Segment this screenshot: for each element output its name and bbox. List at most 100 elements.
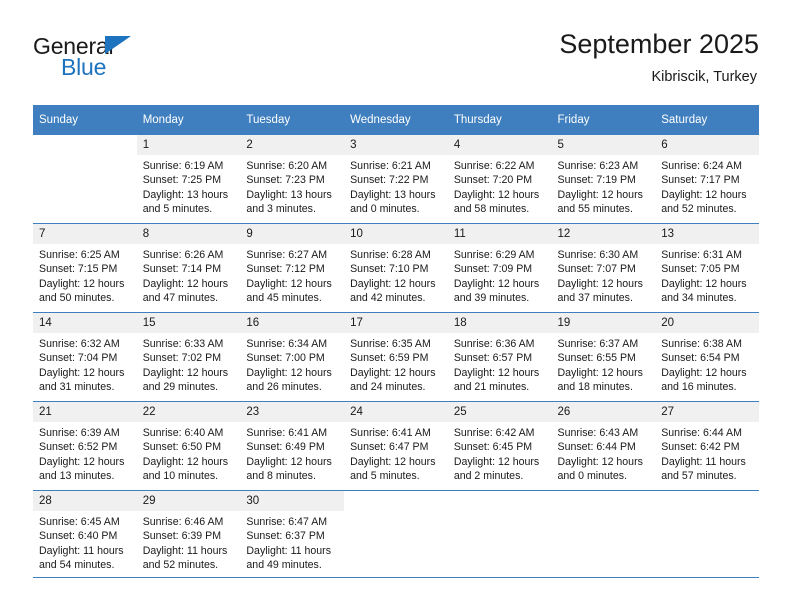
- day-cell-inner: 23 Sunrise: 6:41 AM Sunset: 6:49 PM Dayligh…: [240, 402, 345, 490]
- sunrise-text: Sunrise: 6:46 AM: [142, 516, 224, 528]
- day-cell-inner: 11 Sunrise: 6:29 AM Sunset: 7:09 PM Dayligh…: [447, 224, 552, 312]
- daylight-text-line2: and 29 minutes.: [142, 381, 219, 394]
- calendar-day-cell[interactable]: 22 Sunrise: 6:40 AM Sunset: 6:50 PM Dayligh…: [136, 401, 241, 491]
- calendar-day-cell[interactable]: 14 Sunrise: 6:32 AM Sunset: 7:04 PM Dayligh…: [33, 312, 137, 402]
- day-cell-inner: 2 Sunrise: 6:20 AM Sunset: 7:23 PM Daylight…: [240, 135, 345, 223]
- sunrise-text: Sunrise: 6:36 AM: [453, 338, 535, 350]
- calendar-day-cell[interactable]: 29 Sunrise: 6:46 AM Sunset: 6:39 PM Dayligh…: [136, 490, 241, 578]
- day-cell-inner: 9 Sunrise: 6:27 AM Sunset: 7:12 PM Daylight…: [240, 224, 345, 312]
- day-cell-inner: 5 Sunrise: 6:23 AM Sunset: 7:19 PM Daylight…: [551, 135, 656, 223]
- day-details: Sunrise: 6:20 AM Sunset: 7:23 PM Daylight:…: [240, 155, 344, 217]
- sunset-text: Sunset: 6:44 PM: [557, 441, 636, 454]
- calendar-day-cell[interactable]: 15 Sunrise: 6:33 AM Sunset: 7:02 PM Dayligh…: [136, 312, 241, 402]
- weekday-header-friday: Friday: [551, 105, 656, 135]
- day-number: 11: [447, 224, 552, 244]
- calendar-day-cell[interactable]: 2 Sunrise: 6:20 AM Sunset: 7:23 PM Daylight…: [240, 134, 345, 224]
- day-number: 12: [551, 224, 656, 244]
- day-number: [551, 491, 656, 511]
- calendar-day-cell[interactable]: 16 Sunrise: 6:34 AM Sunset: 7:00 PM Dayligh…: [240, 312, 345, 402]
- day-details: Sunrise: 6:37 AM Sunset: 6:55 PM Daylight:…: [552, 333, 656, 395]
- sunrise-text: Sunrise: 6:25 AM: [39, 249, 120, 261]
- day-details: Sunrise: 6:39 AM Sunset: 6:52 PM Daylight:…: [33, 422, 137, 484]
- daylight-text-line2: and 5 minutes.: [350, 470, 420, 483]
- day-cell-inner: 12 Sunrise: 6:30 AM Sunset: 7:07 PM Dayligh…: [551, 224, 656, 312]
- daylight-text-line1: Daylight: 12 hours: [246, 455, 332, 468]
- day-cell-inner: 3 Sunrise: 6:21 AM Sunset: 7:22 PM Daylight…: [344, 135, 448, 223]
- logo-text-blue: Blue: [61, 54, 107, 80]
- day-number: 6: [655, 135, 759, 155]
- daylight-text-line1: Daylight: 12 hours: [142, 277, 229, 290]
- daylight-text-line1: Daylight: 12 hours: [350, 277, 436, 290]
- day-details: Sunrise: 6:24 AM Sunset: 7:17 PM Daylight:…: [655, 155, 759, 217]
- calendar-day-cell[interactable]: 10 Sunrise: 6:28 AM Sunset: 7:10 PM Dayligh…: [344, 223, 448, 313]
- calendar-day-cell[interactable]: 25 Sunrise: 6:42 AM Sunset: 6:45 PM Dayligh…: [447, 401, 552, 491]
- calendar-day-cell[interactable]: 5 Sunrise: 6:23 AM Sunset: 7:19 PM Daylight…: [551, 134, 656, 224]
- daylight-text-line2: and 54 minutes.: [39, 559, 115, 572]
- sunrise-text: Sunrise: 6:45 AM: [39, 516, 120, 528]
- daylight-text-line2: and 21 minutes.: [453, 381, 530, 394]
- day-details: Sunrise: 6:23 AM Sunset: 7:19 PM Daylight:…: [552, 155, 656, 217]
- calendar-day-cell[interactable]: 13 Sunrise: 6:31 AM Sunset: 7:05 PM Dayligh…: [655, 223, 759, 313]
- day-number: 22: [136, 402, 241, 422]
- calendar-day-cell[interactable]: 24 Sunrise: 6:41 AM Sunset: 6:47 PM Dayligh…: [344, 401, 448, 491]
- calendar-day-cell[interactable]: 23 Sunrise: 6:41 AM Sunset: 6:49 PM Dayligh…: [240, 401, 345, 491]
- day-number: 5: [551, 135, 656, 155]
- calendar-day-cell[interactable]: 28 Sunrise: 6:45 AM Sunset: 6:40 PM Dayligh…: [33, 490, 137, 578]
- calendar-page: General Blue September 2025 Kibriscik, T…: [0, 0, 792, 612]
- day-cell-inner: 22 Sunrise: 6:40 AM Sunset: 6:50 PM Dayligh…: [136, 402, 241, 490]
- day-cell-inner: [33, 135, 137, 223]
- weekday-header-thursday: Thursday: [447, 105, 552, 135]
- weekday-header-tuesday: Tuesday: [240, 105, 345, 135]
- sunrise-text: Sunrise: 6:34 AM: [246, 338, 328, 350]
- sunset-text: Sunset: 6:47 PM: [350, 441, 429, 454]
- calendar-day-cell[interactable]: 11 Sunrise: 6:29 AM Sunset: 7:09 PM Dayligh…: [447, 223, 552, 313]
- triangle-icon: [105, 36, 131, 54]
- day-cell-inner: 28 Sunrise: 6:45 AM Sunset: 6:40 PM Dayligh…: [33, 491, 137, 577]
- calendar-day-cell[interactable]: 1 Sunrise: 6:19 AM Sunset: 7:25 PM Daylight…: [136, 134, 241, 224]
- calendar-day-cell[interactable]: 8 Sunrise: 6:26 AM Sunset: 7:14 PM Daylight…: [136, 223, 241, 313]
- calendar-day-cell[interactable]: 19 Sunrise: 6:37 AM Sunset: 6:55 PM Dayligh…: [551, 312, 656, 402]
- sunset-text: Sunset: 7:15 PM: [39, 263, 118, 276]
- weekday-header-row: Sunday Monday Tuesday Wednesday Thursday…: [33, 105, 759, 135]
- day-number: 1: [136, 135, 241, 155]
- calendar-day-cell[interactable]: 21 Sunrise: 6:39 AM Sunset: 6:52 PM Dayligh…: [33, 401, 137, 491]
- calendar-day-cell[interactable]: 9 Sunrise: 6:27 AM Sunset: 7:12 PM Daylight…: [240, 223, 345, 313]
- day-cell-inner: 30 Sunrise: 6:47 AM Sunset: 6:37 PM Dayligh…: [240, 491, 345, 577]
- day-number: 14: [33, 313, 137, 333]
- calendar-day-cell[interactable]: 4 Sunrise: 6:22 AM Sunset: 7:20 PM Daylight…: [447, 134, 552, 224]
- calendar-day-cell[interactable]: 17 Sunrise: 6:35 AM Sunset: 6:59 PM Dayligh…: [344, 312, 448, 402]
- calendar-empty-cell: [33, 134, 137, 224]
- day-cell-inner: 26 Sunrise: 6:43 AM Sunset: 6:44 PM Dayligh…: [551, 402, 656, 490]
- calendar-day-cell[interactable]: 6 Sunrise: 6:24 AM Sunset: 7:17 PM Daylight…: [655, 134, 759, 224]
- calendar-day-cell[interactable]: 26 Sunrise: 6:43 AM Sunset: 6:44 PM Dayligh…: [551, 401, 656, 491]
- daylight-text-line1: Daylight: 13 hours: [350, 188, 436, 201]
- calendar-day-cell[interactable]: 20 Sunrise: 6:38 AM Sunset: 6:54 PM Dayligh…: [655, 312, 759, 402]
- day-details: Sunrise: 6:32 AM Sunset: 7:04 PM Daylight:…: [33, 333, 137, 395]
- daylight-text-line1: Daylight: 12 hours: [350, 366, 436, 379]
- weekday-header-monday: Monday: [136, 105, 241, 135]
- calendar-day-cell[interactable]: 7 Sunrise: 6:25 AM Sunset: 7:15 PM Daylight…: [33, 223, 137, 313]
- day-cell-inner: 15 Sunrise: 6:33 AM Sunset: 7:02 PM Dayligh…: [136, 313, 241, 401]
- calendar-day-cell[interactable]: 3 Sunrise: 6:21 AM Sunset: 7:22 PM Daylight…: [344, 134, 448, 224]
- calendar-body: 1 Sunrise: 6:19 AM Sunset: 7:25 PM Daylight…: [33, 134, 759, 578]
- calendar-day-cell[interactable]: 30 Sunrise: 6:47 AM Sunset: 6:37 PM Dayligh…: [240, 490, 345, 578]
- calendar-week-row: 28 Sunrise: 6:45 AM Sunset: 6:40 PM Dayligh…: [33, 490, 759, 578]
- calendar-day-cell[interactable]: 12 Sunrise: 6:30 AM Sunset: 7:07 PM Dayligh…: [551, 223, 656, 313]
- daylight-text-line1: Daylight: 12 hours: [453, 277, 540, 290]
- day-number: 10: [344, 224, 448, 244]
- day-details: Sunrise: 6:26 AM Sunset: 7:14 PM Daylight:…: [137, 244, 241, 306]
- day-details: Sunrise: 6:33 AM Sunset: 7:02 PM Daylight:…: [137, 333, 241, 395]
- calendar-day-cell[interactable]: 18 Sunrise: 6:36 AM Sunset: 6:57 PM Dayligh…: [447, 312, 552, 402]
- sunrise-text: Sunrise: 6:28 AM: [350, 249, 431, 261]
- day-number: 29: [136, 491, 241, 511]
- day-details: Sunrise: 6:40 AM Sunset: 6:50 PM Daylight:…: [137, 422, 241, 484]
- daylight-text-line1: Daylight: 13 hours: [246, 188, 332, 201]
- day-number: 3: [344, 135, 448, 155]
- daylight-text-line1: Daylight: 12 hours: [661, 277, 747, 290]
- sunset-text: Sunset: 6:54 PM: [661, 352, 740, 365]
- sunrise-text: Sunrise: 6:26 AM: [142, 249, 224, 261]
- sunrise-text: Sunrise: 6:41 AM: [246, 427, 328, 439]
- sunset-text: Sunset: 6:59 PM: [350, 352, 429, 365]
- calendar-day-cell[interactable]: 27 Sunrise: 6:44 AM Sunset: 6:42 PM Dayligh…: [655, 401, 759, 491]
- general-blue-logo[interactable]: General Blue: [33, 34, 203, 90]
